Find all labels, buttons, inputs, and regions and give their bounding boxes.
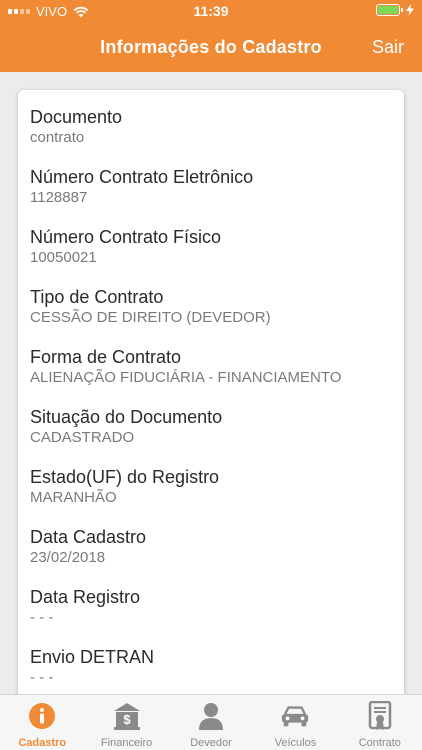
- tab-label: Veículos: [274, 737, 317, 749]
- svg-text:$: $: [123, 712, 131, 727]
- tab-veculos[interactable]: Veículos: [253, 695, 337, 750]
- exit-button[interactable]: Sair: [372, 37, 404, 58]
- field-value: - - -: [30, 669, 54, 686]
- info-field: Estado(UF) do Registro MARANHÃO: [18, 466, 404, 526]
- tab-devedor[interactable]: Devedor: [169, 695, 253, 750]
- tab-label: Contrato: [358, 737, 401, 749]
- field-label: Documento: [30, 107, 123, 127]
- field-label: Estado(UF) do Registro: [30, 467, 220, 487]
- registration-info-card: Documento contrato Número Contrato Eletrôn…: [18, 90, 404, 710]
- field-label: Situação do Documento: [30, 407, 223, 427]
- field-value: ALIENAÇÃO FIDUCIÁRIA - FINANCIAMENTO: [30, 369, 342, 386]
- page-title: Informações do Cadastro: [100, 37, 322, 57]
- tab-financeiro[interactable]: $ Financeiro: [84, 695, 168, 750]
- clock: 11:39: [193, 3, 229, 19]
- field-value: contrato: [30, 129, 85, 146]
- field-value: 10050021: [30, 249, 97, 266]
- info-field: Data Registro - - -: [18, 586, 404, 646]
- info-field: Tipo de Contrato CESSÃO DE DIREITO (DEVED…: [18, 286, 404, 346]
- field-label: Número Contrato Eletrônico: [30, 167, 254, 187]
- tab-label: Cadastro: [18, 737, 67, 749]
- field-label: Tipo de Contrato: [30, 287, 164, 307]
- app-header: VIVO 11:39 Informações do Cadastro Sair: [0, 0, 422, 72]
- info-field: Data Cadastro 23/02/2018: [18, 526, 404, 586]
- field-label: Número Contrato Físico: [30, 227, 222, 247]
- field-value: - - -: [30, 609, 54, 626]
- field-value: CADASTRADO: [30, 429, 135, 446]
- person-icon: [196, 701, 226, 731]
- field-value: MARANHÃO: [30, 489, 117, 506]
- certificate-icon: [365, 701, 395, 731]
- status-right: [376, 4, 414, 16]
- field-label: Envio DETRAN: [30, 647, 155, 667]
- info-field: Situação do Documento CADASTRADO: [18, 406, 404, 466]
- info-field: Forma de Contrato ALIENAÇÃO FIDUCIÁRIA - …: [18, 346, 404, 406]
- field-label: Data Registro: [30, 587, 141, 607]
- field-label: Data Cadastro: [30, 527, 147, 547]
- field-value: 1128887: [30, 189, 88, 206]
- bank-icon: $: [112, 701, 142, 731]
- info-field: Documento contrato: [18, 106, 404, 166]
- field-label: Forma de Contrato: [30, 347, 182, 367]
- tab-label: Financeiro: [100, 737, 153, 749]
- field-value: 23/02/2018: [30, 549, 106, 566]
- tab-contrato[interactable]: Contrato: [338, 695, 422, 750]
- status-bar: VIVO 11:39: [0, 0, 422, 22]
- car-icon: [280, 701, 310, 731]
- charging-icon: [406, 4, 414, 16]
- info-field: Número Contrato Físico 10050021: [18, 226, 404, 286]
- battery-icon: [376, 4, 403, 16]
- info-field: Número Contrato Eletrônico 1128887: [18, 166, 404, 226]
- tab-cadastro[interactable]: Cadastro: [0, 695, 84, 750]
- tab-bar: Cadastro $ Financeiro Devedor Veículos Contra…: [0, 694, 422, 750]
- info-icon: [27, 701, 57, 731]
- field-value: CESSÃO DE DIREITO (DEVEDOR): [30, 309, 271, 326]
- tab-label: Devedor: [190, 737, 232, 749]
